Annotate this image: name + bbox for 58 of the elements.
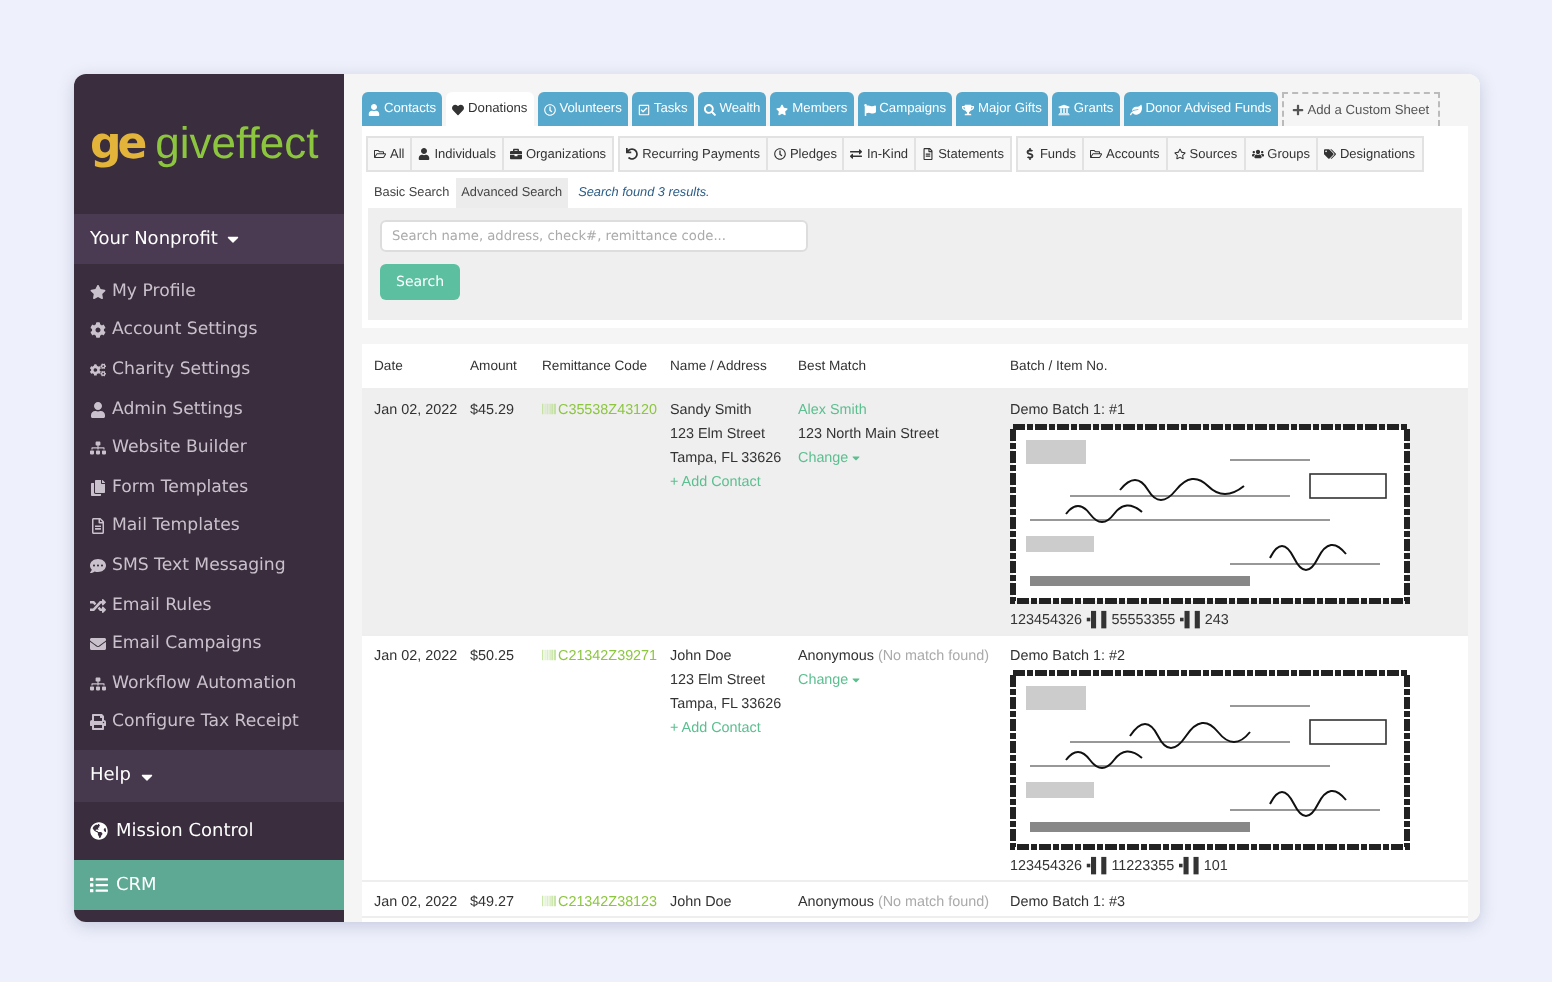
folder-icon [1090,148,1103,160]
heart-icon [452,103,465,115]
help-menu[interactable]: Help [74,750,344,803]
printer-icon [90,714,106,731]
copy-icon [90,479,106,496]
checkbox-icon [637,103,650,115]
user-icon [418,148,431,160]
clock-icon [543,103,556,115]
sidebar-item[interactable]: Mail Templates [74,507,344,547]
globe-icon [90,822,108,841]
sidebar-item[interactable]: Website Builder [74,428,344,468]
bank-icon [1057,103,1070,115]
star-icon [1173,148,1186,160]
sidebar-item[interactable]: Form Templates [74,467,344,508]
barcode-icon [542,402,556,416]
plus-icon [1291,104,1304,116]
chat-icon [90,557,106,574]
gear-icon [90,322,106,339]
tags-icon [1323,148,1336,160]
barcode-icon [542,894,556,908]
undo-icon [626,148,639,160]
sidebar-item[interactable]: SMS Text Messaging [74,546,344,586]
arrows-icon [850,148,863,160]
briefcase-icon [509,148,522,160]
search-icon [703,103,716,115]
org-menu[interactable]: Your Nonprofit [74,214,344,264]
star-icon [90,283,106,300]
sitemap-icon [90,440,106,457]
users-icon [1251,148,1264,160]
gears-icon [90,361,106,378]
leaf-icon [1129,103,1142,115]
trophy-icon [962,103,975,115]
sidebar-item[interactable]: Charity Settings [74,350,344,390]
sitemap-icon [90,675,106,692]
logo-name: giveffect [155,118,319,170]
star-icon [776,103,789,115]
barcode-icon [542,648,556,662]
sidebar-item[interactable]: Email Rules [74,585,344,625]
caret-icon [850,673,863,685]
user-icon [90,401,106,418]
envelope-icon [90,636,106,653]
document-icon [922,148,935,160]
sidebar-item[interactable]: Account Settings [74,311,344,351]
user-icon [368,103,380,115]
sidebar-item[interactable]: Configure Tax Receipt [74,703,344,743]
sidebar-item[interactable]: Workflow Automation [74,663,344,704]
shuffle-icon [90,597,106,614]
flag-icon [863,103,876,115]
document-icon [90,518,106,535]
clock-icon [773,148,786,160]
folder-icon [374,148,386,160]
logo-mark: ge [90,119,144,169]
caret-icon [850,451,863,463]
sidebar-item[interactable]: Email Campaigns [74,624,344,664]
list-icon [90,876,108,895]
sidebar-item[interactable]: My Profile [74,272,344,312]
dollar-icon [1023,148,1036,160]
sidebar-item[interactable]: Admin Settings [74,389,344,429]
